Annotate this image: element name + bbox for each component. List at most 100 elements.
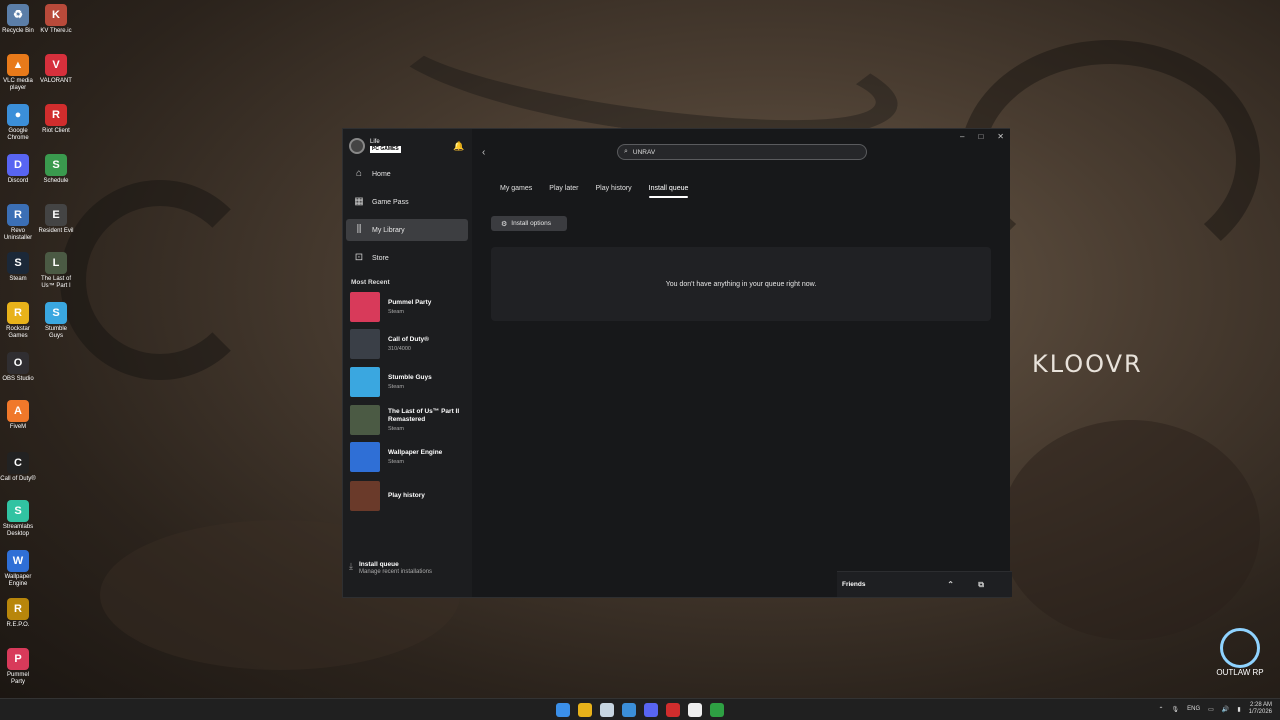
pop-out-icon[interactable]: ⧉: [978, 580, 984, 590]
recent-game-name: Wallpaper Engine: [388, 449, 443, 456]
language-indicator[interactable]: ENG: [1187, 706, 1200, 712]
app-icon: C: [7, 452, 29, 474]
microphone-icon[interactable]: 🎙: [1172, 706, 1180, 713]
wallpaper-shape: [60, 180, 260, 380]
recent-game-item[interactable]: Stumble Guys Steam: [350, 366, 468, 398]
desktop-icon-label: Rockstar Games: [6, 326, 30, 339]
desktop-icon[interactable]: K KV There.ic: [38, 4, 74, 35]
desktop-icon-label: R.E.P.O.: [6, 622, 30, 628]
outlaw-rp-logo: OUTLAW RP: [1210, 628, 1270, 677]
close-icon[interactable]: ✕: [997, 132, 1004, 141]
desktop-icon[interactable]: P Pummel Party: [0, 648, 36, 686]
tab-my-games[interactable]: My games: [500, 185, 532, 198]
battery-icon[interactable]: ▮: [1237, 706, 1240, 713]
desktop-icon[interactable]: A FiveM: [0, 400, 36, 431]
window-controls: – □ ✕: [960, 132, 1004, 141]
recent-game-item[interactable]: The Last of Us™ Part II Remastered Steam: [350, 404, 468, 436]
desktop-icon[interactable]: S Streamlabs Desktop: [0, 500, 36, 538]
clock-time: 2:28 AM: [1249, 702, 1272, 708]
install-queue-link[interactable]: ⤓ Install queue Manage recent installati…: [349, 561, 432, 575]
taskbar-start-icon[interactable]: [556, 703, 570, 717]
desktop-icon[interactable]: C Call of Duty®: [0, 452, 36, 483]
recent-game-name: Play history: [388, 492, 425, 499]
friends-panel[interactable]: Friends ⌃ ⧉: [837, 571, 1012, 597]
recent-game-name: Call of Duty®: [388, 336, 429, 343]
desktop-icon[interactable]: ● Google Chrome: [0, 104, 36, 142]
wallpaper-shape: [1000, 420, 1260, 640]
tab-play-history[interactable]: Play history: [595, 185, 631, 198]
chevron-up-icon[interactable]: ⌃: [947, 580, 954, 589]
profile-brand[interactable]: Life PC GAMES: [349, 138, 401, 154]
taskbar-xbox-icon[interactable]: [710, 703, 724, 717]
desktop-icon[interactable]: D Discord: [0, 154, 36, 185]
desktop-icon[interactable]: L The Last of Us™ Part I: [38, 252, 74, 290]
desktop-icon[interactable]: E Resident Evil: [38, 204, 74, 235]
sidebar-item-label: Store: [372, 254, 389, 262]
taskbar-discord-icon[interactable]: [644, 703, 658, 717]
desktop-icon[interactable]: S Steam: [0, 252, 36, 283]
desktop-icon[interactable]: W Wallpaper Engine: [0, 550, 36, 588]
recent-game-item[interactable]: Wallpaper Engine Steam: [350, 441, 468, 473]
sidebar-item-game-pass[interactable]: ▦ Game Pass: [346, 191, 468, 213]
home-icon: ⌂: [355, 168, 363, 179]
gear-icon: ⚙: [501, 220, 508, 228]
sidebar-item-store[interactable]: ⊡ Store: [346, 247, 468, 269]
app-icon: K: [45, 4, 67, 26]
desktop-icon-label: Revo Uninstaller: [3, 228, 33, 241]
maximize-icon[interactable]: □: [978, 132, 983, 141]
tab-play-later[interactable]: Play later: [549, 185, 578, 198]
sidebar-item-my-library[interactable]: ⫼ My Library: [346, 219, 468, 241]
taskbar-steam-icon[interactable]: [600, 703, 614, 717]
desktop-icon[interactable]: O OBS Studio: [0, 352, 36, 383]
desktop-icon[interactable]: R Revo Uninstaller: [0, 204, 36, 242]
game-thumbnail: [350, 481, 380, 511]
app-icon: S: [45, 302, 67, 324]
volume-icon[interactable]: 🔊: [1222, 706, 1229, 713]
outlaw-logo-icon: [1220, 628, 1260, 668]
desktop-icon-label: FiveM: [9, 424, 27, 430]
taskbar-riot-client-icon[interactable]: [666, 703, 680, 717]
notification-bell-icon[interactable]: 🔔: [453, 141, 464, 151]
desktop-icon[interactable]: ▲ VLC media player: [0, 54, 36, 92]
wallpaper-watermark: KLOOVR: [1032, 350, 1143, 378]
taskbar-capcut-icon[interactable]: [688, 703, 702, 717]
sidebar-item-home[interactable]: ⌂ Home: [346, 163, 468, 185]
taskbar-apps: [556, 703, 724, 717]
recent-game-source: Steam: [388, 426, 404, 432]
taskbar-chrome-icon[interactable]: [622, 703, 636, 717]
recent-game-item[interactable]: Play history: [350, 480, 468, 512]
desktop-icon-label: Google Chrome: [7, 128, 29, 141]
app-icon: S: [7, 252, 29, 274]
most-recent-heading: Most Recent: [351, 279, 390, 286]
game-pass-icon: ▦: [354, 196, 364, 207]
desktop-icon-label: Call of Duty®: [0, 476, 36, 482]
network-icon[interactable]: ▭: [1208, 706, 1214, 713]
taskbar-file-explorer-icon[interactable]: [578, 703, 592, 717]
desktop-icon[interactable]: R R.E.P.O.: [0, 598, 36, 629]
tab-install-queue[interactable]: Install queue: [648, 185, 688, 198]
desktop-icon[interactable]: R Riot Client: [38, 104, 74, 135]
search-input[interactable]: ⌕ UNRAV: [617, 144, 867, 160]
desktop-icon-label: OBS Studio: [2, 376, 34, 382]
store-icon: ⊡: [354, 252, 364, 263]
desktop-icon[interactable]: S Schedule: [38, 154, 74, 185]
download-icon: ⤓: [349, 561, 353, 571]
main-content: ‹ ⌕ UNRAV – □ ✕ My games Play later Play…: [472, 129, 1010, 597]
sidebar-item-label: Game Pass: [372, 198, 409, 206]
avatar[interactable]: [349, 138, 365, 154]
back-arrow-icon[interactable]: ‹: [482, 147, 485, 158]
desktop-icon[interactable]: R Rockstar Games: [0, 302, 36, 340]
recent-game-item[interactable]: Call of Duty® 310/4000: [350, 328, 468, 360]
desktop-icon[interactable]: V VALORANT: [38, 54, 74, 85]
chevron-up-icon[interactable]: ⌃: [1159, 706, 1164, 713]
desktop-icon-label: KV There.ic: [40, 28, 72, 34]
install-options-button[interactable]: ⚙ Install options: [491, 216, 567, 231]
desktop-icon[interactable]: ♻ Recycle Bin: [0, 4, 36, 35]
game-thumbnail: [350, 292, 380, 322]
desktop-icon-label: Wallpaper Engine: [4, 574, 32, 587]
game-thumbnail: [350, 405, 380, 435]
recent-game-item[interactable]: Pummel Party Steam: [350, 291, 468, 323]
clock[interactable]: 2:28 AM 1/7/2026: [1249, 702, 1272, 716]
desktop-icon[interactable]: S Stumble Guys: [38, 302, 74, 340]
minimize-icon[interactable]: –: [960, 132, 964, 141]
